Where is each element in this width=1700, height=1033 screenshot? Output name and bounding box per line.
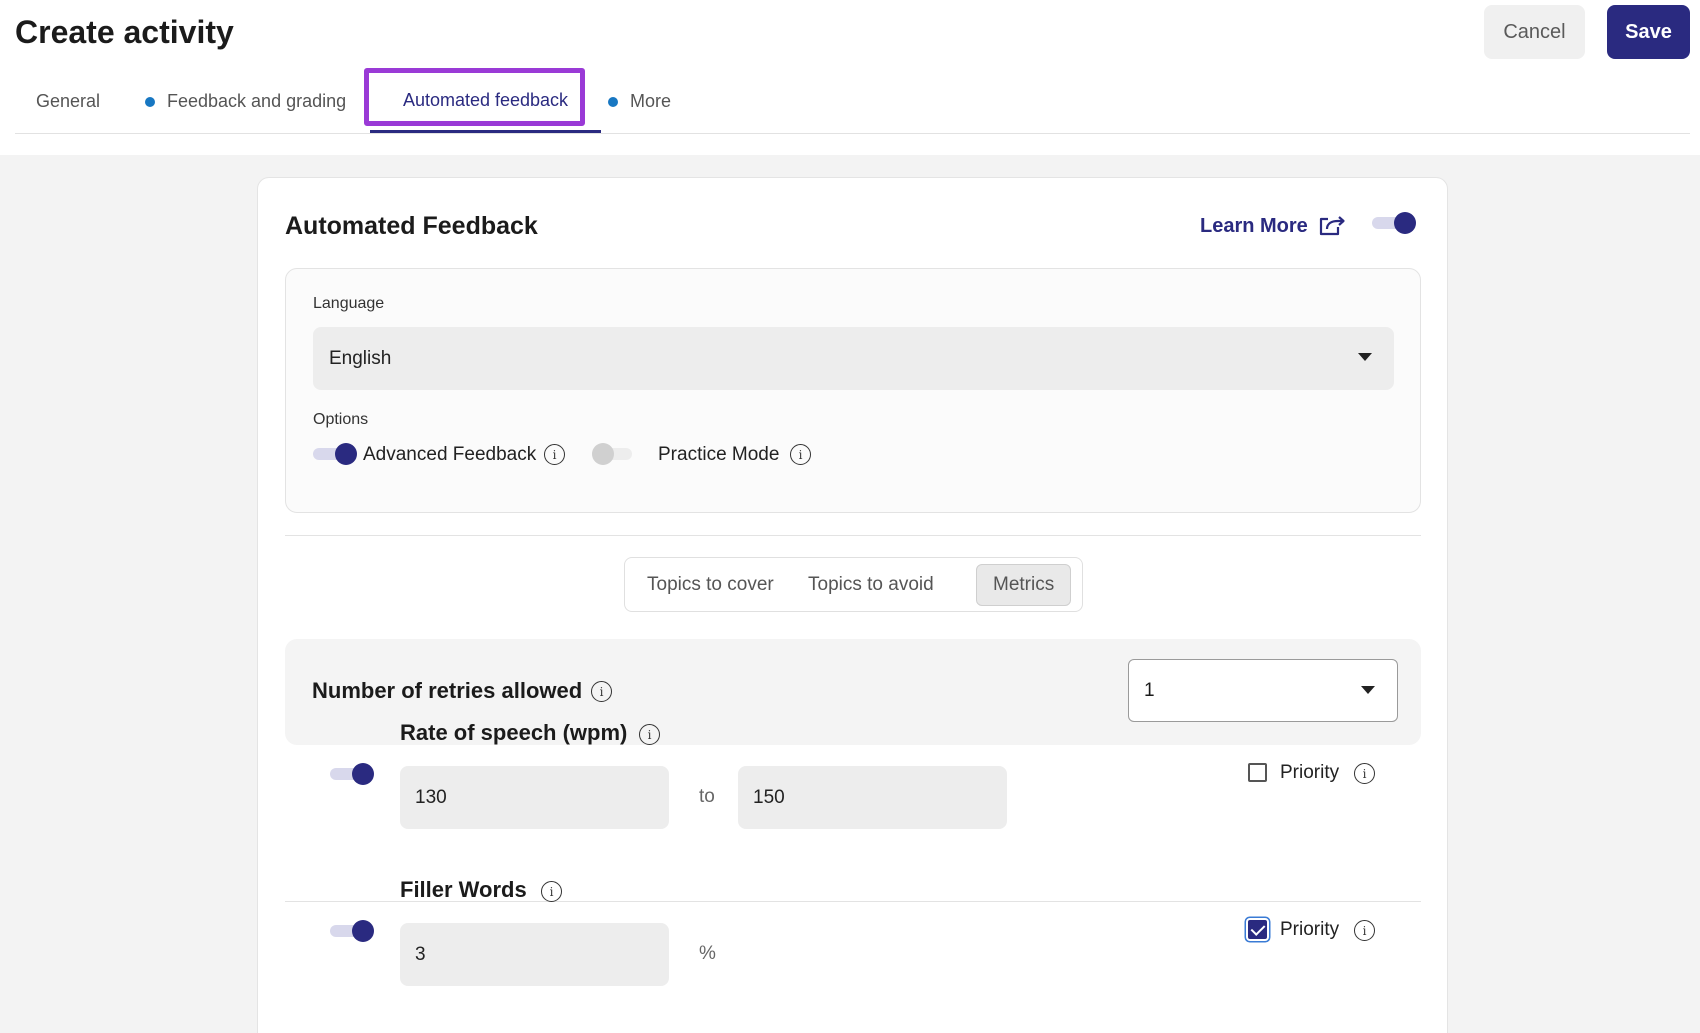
info-icon[interactable]: i xyxy=(790,444,811,465)
automated-feedback-card: Automated Feedback Learn More Language E… xyxy=(257,177,1448,1033)
tab-bar: General Feedback and grading Automated f… xyxy=(15,70,1690,134)
range-separator: to xyxy=(699,786,715,807)
tab-label: Feedback and grading xyxy=(167,91,347,111)
learn-more-label: Learn More xyxy=(1200,214,1308,237)
language-value: English xyxy=(329,347,392,369)
main-area: Automated Feedback Learn More Language E… xyxy=(0,155,1700,1033)
advanced-feedback-label: Advanced Feedback xyxy=(363,444,537,465)
rate-priority-checkbox[interactable] xyxy=(1248,763,1267,782)
page-title: Create activity xyxy=(15,14,234,50)
retries-label: Number of retries allowed xyxy=(312,678,583,703)
segment-topics-to-cover[interactable]: Topics to cover xyxy=(631,564,790,606)
retries-select[interactable]: 1 xyxy=(1128,659,1398,722)
rate-min-input[interactable]: 130 xyxy=(400,766,669,829)
info-icon[interactable]: i xyxy=(541,881,562,902)
info-icon[interactable]: i xyxy=(1354,920,1375,941)
tab-label: More xyxy=(630,91,672,111)
language-options-panel: Language English Options Advanced Feedba… xyxy=(285,268,1421,513)
advanced-feedback-toggle[interactable] xyxy=(313,441,357,467)
language-label: Language xyxy=(313,295,385,312)
page-header: Create activity Cancel Save General Feed… xyxy=(0,0,1700,155)
card-title: Automated Feedback xyxy=(285,212,538,240)
tab-label: General xyxy=(36,91,101,111)
tab-more[interactable]: More xyxy=(608,70,671,133)
cancel-button[interactable]: Cancel xyxy=(1484,5,1585,59)
filler-words-toggle[interactable] xyxy=(330,918,374,944)
tab-general[interactable]: General xyxy=(36,70,100,133)
automated-feedback-toggle[interactable] xyxy=(1372,210,1416,236)
filler-priority-checkbox[interactable] xyxy=(1248,920,1267,939)
tab-label: Automated feedback xyxy=(402,89,569,110)
info-icon[interactable]: i xyxy=(544,444,565,465)
learn-more-link[interactable]: Learn More xyxy=(1200,214,1346,238)
rate-of-speech-toggle[interactable] xyxy=(330,761,374,787)
chevron-down-icon xyxy=(1361,686,1375,694)
filler-words-title: Filler Words xyxy=(400,877,527,902)
priority-label: Priority xyxy=(1280,762,1340,783)
info-icon[interactable]: i xyxy=(639,724,660,745)
priority-label: Priority xyxy=(1280,919,1340,940)
rate-max-input[interactable]: 150 xyxy=(738,766,1007,829)
tab-automated-feedback[interactable]: Automated feedback xyxy=(370,70,601,133)
info-icon[interactable]: i xyxy=(1354,763,1375,784)
practice-mode-toggle[interactable] xyxy=(592,441,636,467)
status-dot-icon xyxy=(608,96,618,107)
retries-value: 1 xyxy=(1144,679,1155,701)
divider xyxy=(285,535,1421,536)
options-label: Options xyxy=(313,411,369,428)
filler-words-input[interactable]: 3 xyxy=(400,923,669,986)
percent-unit: % xyxy=(699,943,716,964)
chevron-down-icon xyxy=(1358,353,1372,361)
status-dot-icon xyxy=(145,96,155,107)
segment-metrics[interactable]: Metrics xyxy=(976,564,1072,606)
save-button[interactable]: Save xyxy=(1607,5,1690,59)
external-link-icon xyxy=(1319,216,1345,236)
tab-feedback-and-grading[interactable]: Feedback and grading xyxy=(145,70,346,133)
segment-topics-to-avoid[interactable]: Topics to avoid xyxy=(792,564,950,606)
rate-of-speech-title: Rate of speech (wpm) xyxy=(400,720,628,745)
practice-mode-label: Practice Mode xyxy=(658,444,780,465)
language-select[interactable]: English xyxy=(313,327,1394,390)
segmented-control: Topics to cover Topics to avoid Metrics xyxy=(624,557,1083,612)
info-icon[interactable]: i xyxy=(591,681,612,702)
